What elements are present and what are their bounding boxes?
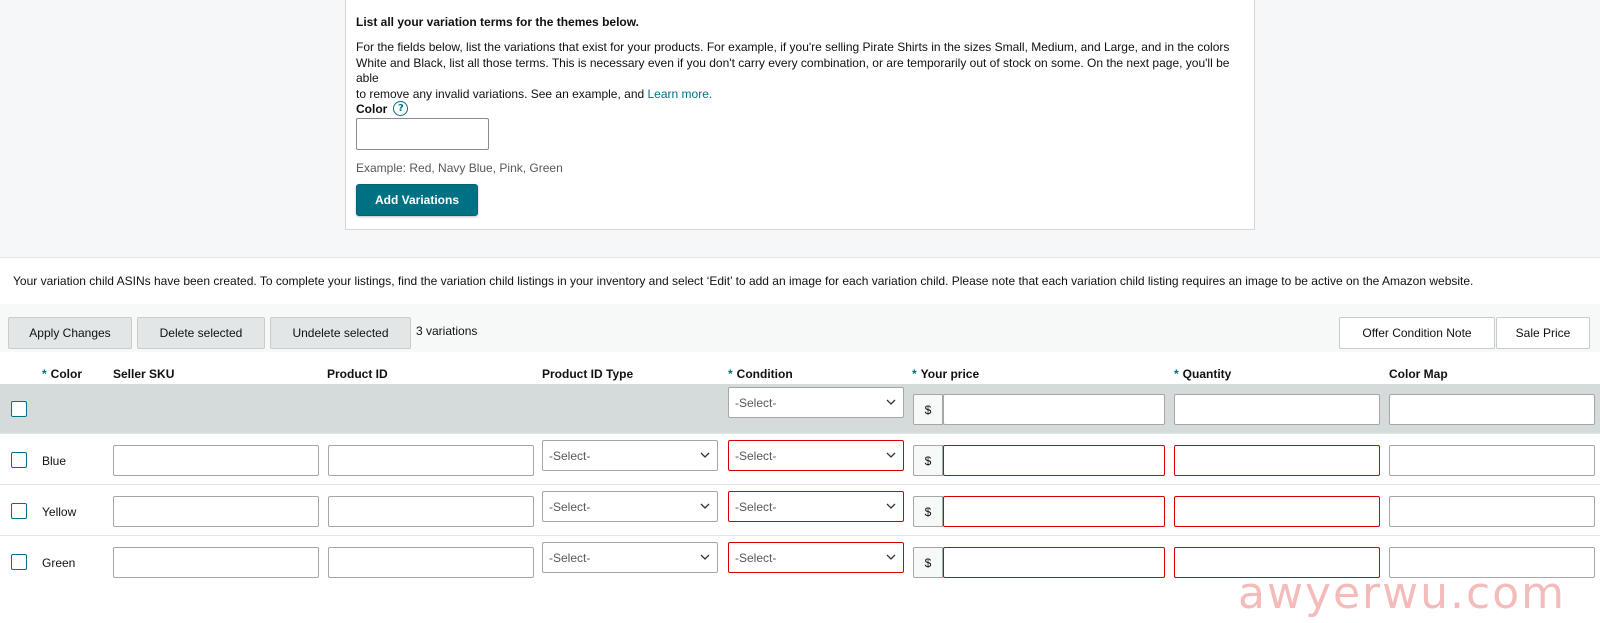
variation-row: Yellow -Select- -Select- $ <box>0 485 1600 536</box>
header-your-price: * Your price <box>912 367 979 381</box>
bulk-price-input[interactable] <box>943 394 1165 425</box>
bulk-color-map-input[interactable] <box>1389 394 1595 425</box>
select-all-checkbox[interactable] <box>11 401 27 417</box>
select-value: -Select- <box>549 550 591 565</box>
chevron-down-icon <box>886 452 896 458</box>
color-example-text: Example: Red, Navy Blue, Pink, Green <box>356 161 563 175</box>
description-line-1: For the fields below, list the variation… <box>356 40 1230 54</box>
condition-select[interactable]: -Select- <box>728 491 904 522</box>
header-price-text: Your price <box>920 367 980 381</box>
currency-symbol: $ <box>913 394 943 425</box>
learn-more-link[interactable]: Learn more. <box>648 87 713 101</box>
header-product-id: Product ID <box>327 367 388 381</box>
row-color-value: Yellow <box>42 505 77 519</box>
header-color-text: Color <box>50 367 83 381</box>
currency-symbol: $ <box>913 547 943 578</box>
apply-changes-button[interactable]: Apply Changes <box>8 317 132 349</box>
variation-terms-card: List all your variation terms for the th… <box>345 0 1255 230</box>
select-value: -Select- <box>735 395 777 410</box>
variation-theme-section: List all your variation terms for the th… <box>0 0 1600 258</box>
condition-select[interactable]: -Select- <box>728 542 904 573</box>
price-input[interactable] <box>943 445 1165 476</box>
header-color-map: Color Map <box>1389 367 1448 381</box>
select-value: -Select- <box>735 550 777 565</box>
chevron-down-icon <box>700 503 710 509</box>
product-id-input[interactable] <box>328 547 534 578</box>
currency-symbol: $ <box>913 496 943 527</box>
add-variations-button[interactable]: Add Variations <box>356 184 478 216</box>
header-condition: * Condition <box>728 367 793 381</box>
variation-row: Blue -Select- -Select- $ <box>0 434 1600 485</box>
row-color-value: Green <box>42 556 76 570</box>
header-condition-text: Condition <box>736 367 793 381</box>
variation-created-notice: Your variation child ASINs have been cre… <box>13 274 1474 288</box>
chevron-down-icon <box>700 452 710 458</box>
color-label-text: Color <box>356 101 388 116</box>
quantity-input[interactable] <box>1174 496 1380 527</box>
product-id-type-select[interactable]: -Select- <box>542 542 718 573</box>
required-mark: * <box>1174 367 1179 381</box>
row-checkbox[interactable] <box>11 503 27 519</box>
chevron-down-icon <box>886 554 896 560</box>
bulk-quantity-input[interactable] <box>1174 394 1380 425</box>
required-mark: * <box>42 367 47 381</box>
product-id-type-select[interactable]: -Select- <box>542 491 718 522</box>
color-terms-input[interactable] <box>356 118 489 150</box>
undelete-selected-button[interactable]: Undelete selected <box>270 317 411 349</box>
header-color: * Color <box>42 367 82 381</box>
description-line-2: White and Black, list all those terms. T… <box>356 55 1230 86</box>
watermark-text: awyerwu.com <box>1238 568 1566 619</box>
header-seller-sku: Seller SKU <box>113 367 175 381</box>
condition-select[interactable]: -Select- <box>728 440 904 471</box>
product-id-input[interactable] <box>328 445 534 476</box>
row-checkbox[interactable] <box>11 554 27 570</box>
select-value: -Select- <box>735 499 777 514</box>
offer-condition-note-button[interactable]: Offer Condition Note <box>1339 317 1495 349</box>
price-input[interactable] <box>943 547 1165 578</box>
quantity-input[interactable] <box>1174 445 1380 476</box>
seller-sku-input[interactable] <box>113 496 319 527</box>
help-icon[interactable]: ? <box>393 101 409 116</box>
header-quantity: * Quantity <box>1174 367 1231 381</box>
row-checkbox[interactable] <box>11 452 27 468</box>
description-line-3: to remove any invalid variations. See an… <box>356 86 648 101</box>
select-value: -Select- <box>549 499 591 514</box>
required-mark: * <box>912 367 917 381</box>
delete-selected-button[interactable]: Delete selected <box>137 317 265 349</box>
header-product-id-type: Product ID Type <box>542 367 634 381</box>
card-description: For the fields below, list the variation… <box>356 40 1241 102</box>
product-id-type-select[interactable]: -Select- <box>542 440 718 471</box>
price-input[interactable] <box>943 496 1165 527</box>
card-title: List all your variation terms for the th… <box>356 15 639 29</box>
bulk-condition-select[interactable]: -Select- <box>728 387 904 418</box>
required-mark: * <box>728 367 733 381</box>
product-id-input[interactable] <box>328 496 534 527</box>
variation-toolbar: Apply Changes Delete selected Undelete s… <box>0 304 1600 352</box>
color-map-input[interactable] <box>1389 496 1595 527</box>
sale-price-button[interactable]: Sale Price <box>1496 317 1590 349</box>
seller-sku-input[interactable] <box>113 547 319 578</box>
bulk-edit-row: -Select- $ <box>0 384 1600 434</box>
chevron-down-icon <box>886 399 896 405</box>
variation-count: 3 variations <box>416 324 478 338</box>
select-value: -Select- <box>549 448 591 463</box>
row-color-value: Blue <box>42 454 67 468</box>
currency-symbol: $ <box>913 445 943 476</box>
chevron-down-icon <box>886 503 896 509</box>
header-quantity-text: Quantity <box>1182 367 1232 381</box>
select-value: -Select- <box>735 448 777 463</box>
seller-sku-input[interactable] <box>113 445 319 476</box>
chevron-down-icon <box>700 554 710 560</box>
color-map-input[interactable] <box>1389 445 1595 476</box>
color-theme-label: Color ? <box>356 101 409 116</box>
